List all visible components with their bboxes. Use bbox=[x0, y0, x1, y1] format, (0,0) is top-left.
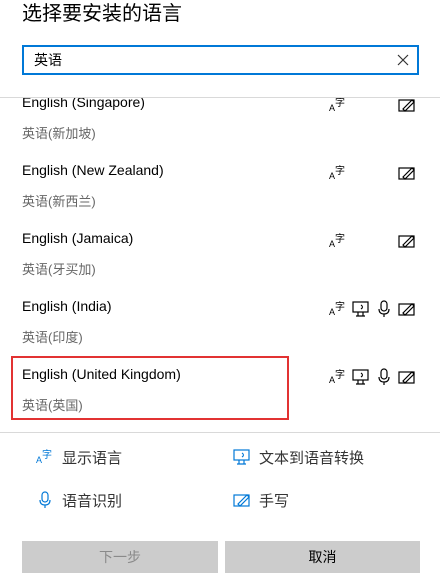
search-input[interactable] bbox=[24, 47, 384, 73]
cancel-button[interactable]: 取消 bbox=[225, 541, 420, 573]
handwriting-icon bbox=[398, 235, 415, 248]
list-item[interactable]: English (New Zealand) 英语(新西兰) A 字 bbox=[0, 154, 440, 222]
text-to-speech-icon bbox=[233, 449, 250, 465]
selection-highlight bbox=[11, 356, 289, 420]
legend-label: 手写 bbox=[259, 493, 290, 510]
display-language-icon: A 字 bbox=[329, 232, 345, 249]
search-box[interactable] bbox=[22, 45, 419, 75]
language-list[interactable]: English (Singapore) 英语(新加坡) A 字 English … bbox=[0, 98, 440, 432]
svg-text:字: 字 bbox=[335, 300, 345, 313]
language-name: English (Singapore) bbox=[22, 98, 145, 110]
svg-text:字: 字 bbox=[335, 98, 345, 109]
language-native-name: 英语(印度) bbox=[22, 330, 83, 345]
handwriting-icon bbox=[233, 494, 250, 507]
svg-text:字: 字 bbox=[335, 368, 345, 381]
microphone-icon bbox=[39, 491, 51, 508]
legend-label: 显示语言 bbox=[62, 450, 123, 467]
list-item[interactable]: English (Jamaica) 英语(牙买加) A 字 bbox=[0, 222, 440, 290]
handwriting-icon bbox=[398, 371, 415, 384]
display-language-icon: A 字 bbox=[36, 448, 52, 465]
display-language-icon: A 字 bbox=[329, 368, 345, 385]
legend-label: 语音识别 bbox=[62, 493, 123, 510]
language-name: English (Jamaica) bbox=[22, 230, 134, 246]
next-button[interactable]: 下一步 bbox=[22, 541, 218, 573]
svg-text:字: 字 bbox=[42, 448, 52, 461]
close-icon[interactable] bbox=[395, 52, 411, 68]
handwriting-icon bbox=[398, 99, 415, 112]
language-native-name: 英语(新加坡) bbox=[22, 126, 96, 141]
language-name: English (New Zealand) bbox=[22, 162, 164, 178]
display-language-icon: A 字 bbox=[329, 300, 345, 317]
language-name: English (India) bbox=[22, 298, 112, 314]
language-native-name: 英语(新西兰) bbox=[22, 194, 96, 209]
display-language-icon: A 字 bbox=[329, 98, 345, 113]
page-title: 选择要安装的语言 bbox=[22, 3, 182, 25]
display-language-icon: A 字 bbox=[329, 164, 345, 181]
handwriting-icon bbox=[398, 303, 415, 316]
svg-text:字: 字 bbox=[335, 232, 345, 245]
microphone-icon bbox=[378, 368, 390, 385]
svg-text:字: 字 bbox=[335, 164, 345, 177]
language-native-name: 英语(牙买加) bbox=[22, 262, 96, 277]
text-to-speech-icon bbox=[352, 301, 369, 317]
microphone-icon bbox=[378, 300, 390, 317]
list-item[interactable]: English (India) 英语(印度) A 字 bbox=[0, 290, 440, 358]
divider bbox=[0, 432, 440, 433]
legend-label: 文本到语音转换 bbox=[259, 450, 365, 467]
handwriting-icon bbox=[398, 167, 415, 180]
list-item[interactable]: English (Singapore) 英语(新加坡) A 字 bbox=[0, 98, 440, 154]
text-to-speech-icon bbox=[352, 369, 369, 385]
